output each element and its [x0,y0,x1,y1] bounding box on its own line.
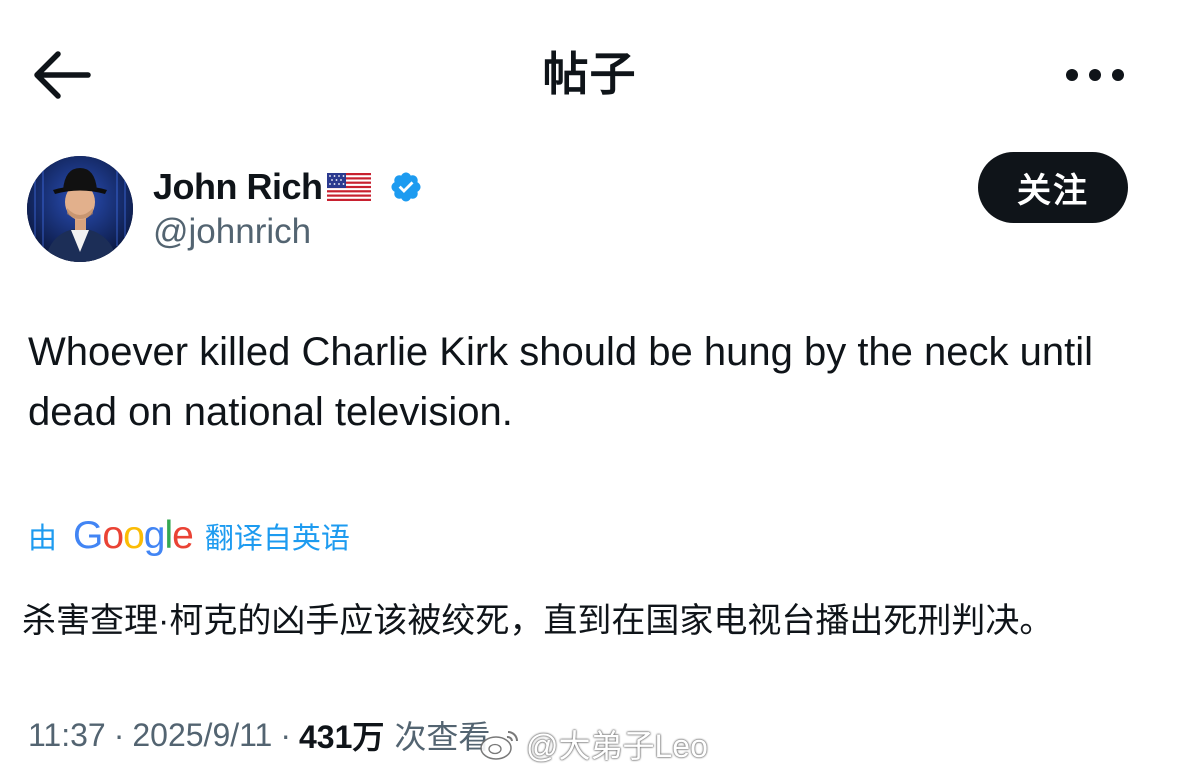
tweet-text: Whoever killed Charlie Kirk should be hu… [28,330,1094,434]
author-photo [27,156,133,262]
post-date[interactable]: 2025/9/11 [132,717,272,754]
translation-attribution: 由 Google 翻译自英语 [28,510,350,562]
page-title: 帖子 [542,48,637,100]
watermark: @大弟子Leo [478,722,708,766]
meta-separator: · [113,716,125,753]
display-name[interactable]: John Rich [153,166,323,208]
author-handle[interactable]: @johnrich [153,210,311,254]
google-logo: Google [73,514,194,557]
top-bar: 帖子 [0,0,1179,150]
weibo-icon [480,731,518,760]
more-horizontal-icon [1066,69,1124,81]
more-options-button[interactable] [1062,60,1128,90]
translate-source-link[interactable]: 翻译自英语 [205,515,350,557]
author-name-row: John Rich [153,162,423,212]
verified-badge-icon[interactable] [389,170,423,204]
post-time[interactable]: 11:37 [28,717,106,754]
meta-separator: · [280,716,291,753]
us-flag-icon [326,173,371,201]
follow-button[interactable]: 关注 [978,152,1128,223]
avatar[interactable] [27,156,133,262]
views-label: 次查看 [394,719,491,755]
post-meta: 11:37 · 2025/9/11 · 431万 次查看 [28,712,490,758]
translated-text: 杀害查理·柯克的凶手应该被绞死，直到在国家电视台播出死刑判决。 [22,602,1054,640]
translated-by-label: 由 [28,523,58,555]
view-count: 431万 [299,719,385,755]
watermark-text: @大弟子Leo [526,728,708,764]
